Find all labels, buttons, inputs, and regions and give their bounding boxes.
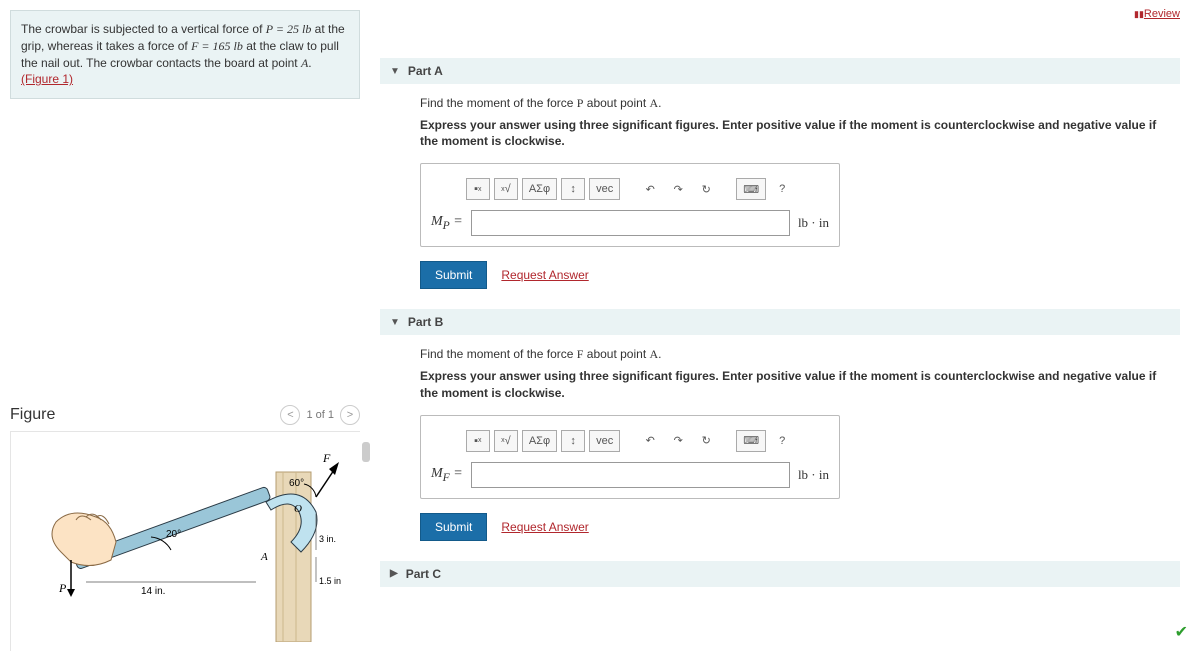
part-b-input[interactable] <box>471 462 790 488</box>
part-b-request-answer[interactable]: Request Answer <box>501 520 588 534</box>
part-b-unit: lb · in <box>798 467 829 483</box>
tool-sqrt-button[interactable]: x√ <box>494 430 518 452</box>
part-c-header[interactable]: ▶ Part C <box>380 561 1180 587</box>
svg-text:14 in.: 14 in. <box>141 586 165 597</box>
problem-statement: The crowbar is subjected to a vertical f… <box>10 10 360 99</box>
caret-right-icon: ▶ <box>390 568 398 579</box>
part-b-prompt: Find the moment of the force F about poi… <box>420 347 1160 362</box>
svg-text:F: F <box>322 451 331 465</box>
tool-sqrt-button[interactable]: x√ <box>494 178 518 200</box>
part-a-request-answer[interactable]: Request Answer <box>501 268 588 282</box>
keyboard-icon[interactable]: ⌨ <box>736 430 766 452</box>
caret-down-icon: ▼ <box>390 317 400 328</box>
review-link[interactable]: Review <box>1134 8 1180 20</box>
part-b-header[interactable]: ▼ Part B <box>380 309 1180 335</box>
part-a-answer-box: ▪x x√ ΑΣφ ↕ vec ↶ ↷ ↻ ⌨ ? MP = lb · in <box>420 163 840 247</box>
part-b-body: Find the moment of the force F about poi… <box>380 335 1180 560</box>
figure-image: P F 60° O A 14 in. 20° 3 in <box>10 431 360 651</box>
part-b-var-label: MF = <box>431 466 463 484</box>
figure-prev-button[interactable]: < <box>280 405 300 425</box>
tool-arrows-button[interactable]: ↕ <box>561 430 585 452</box>
help-icon[interactable]: ? <box>770 430 794 452</box>
figure-title: Figure <box>10 406 55 424</box>
svg-text:A: A <box>260 551 268 563</box>
tool-vec-button[interactable]: vec <box>589 178 620 200</box>
part-b-answer-box: ▪x x√ ΑΣφ ↕ vec ↶ ↷ ↻ ⌨ ? MF = lb · in <box>420 415 840 499</box>
undo-icon[interactable]: ↶ <box>638 430 662 452</box>
reset-icon[interactable]: ↻ <box>694 430 718 452</box>
part-a-body: Find the moment of the force P about poi… <box>380 84 1180 309</box>
part-a-prompt: Find the moment of the force P about poi… <box>420 96 1160 111</box>
svg-text:O: O <box>294 503 302 515</box>
tool-vec-button[interactable]: vec <box>589 430 620 452</box>
tool-template-button[interactable]: ▪x <box>466 430 490 452</box>
undo-icon[interactable]: ↶ <box>638 178 662 200</box>
figure-next-button[interactable]: > <box>340 405 360 425</box>
tool-template-button[interactable]: ▪x <box>466 178 490 200</box>
part-b-submit-button[interactable]: Submit <box>420 513 487 541</box>
svg-text:1.5 in.: 1.5 in. <box>319 576 341 586</box>
figure-counter: 1 of 1 <box>306 409 334 421</box>
redo-icon[interactable]: ↷ <box>666 178 690 200</box>
part-a-var-label: MP = <box>431 214 463 232</box>
figure-scrollbar[interactable] <box>362 442 370 462</box>
tool-arrows-button[interactable]: ↕ <box>561 178 585 200</box>
reset-icon[interactable]: ↻ <box>694 178 718 200</box>
part-a-unit: lb · in <box>798 215 829 231</box>
tool-greek-button[interactable]: ΑΣφ <box>522 178 557 200</box>
svg-text:P: P <box>58 581 67 595</box>
help-icon[interactable]: ? <box>770 178 794 200</box>
svg-text:60°: 60° <box>289 478 304 489</box>
part-a-header[interactable]: ▼ Part A <box>380 58 1180 84</box>
check-icon: ✔ <box>1175 622 1188 642</box>
part-a-submit-button[interactable]: Submit <box>420 261 487 289</box>
svg-text:20°: 20° <box>166 529 181 540</box>
svg-text:3 in.: 3 in. <box>319 534 336 544</box>
figure-link[interactable]: (Figure 1) <box>21 72 73 86</box>
part-a-input[interactable] <box>471 210 790 236</box>
part-a-instructions: Express your answer using three signific… <box>420 117 1160 149</box>
part-b-instructions: Express your answer using three signific… <box>420 368 1160 400</box>
redo-icon[interactable]: ↷ <box>666 430 690 452</box>
keyboard-icon[interactable]: ⌨ <box>736 178 766 200</box>
tool-greek-button[interactable]: ΑΣφ <box>522 430 557 452</box>
caret-down-icon: ▼ <box>390 66 400 77</box>
